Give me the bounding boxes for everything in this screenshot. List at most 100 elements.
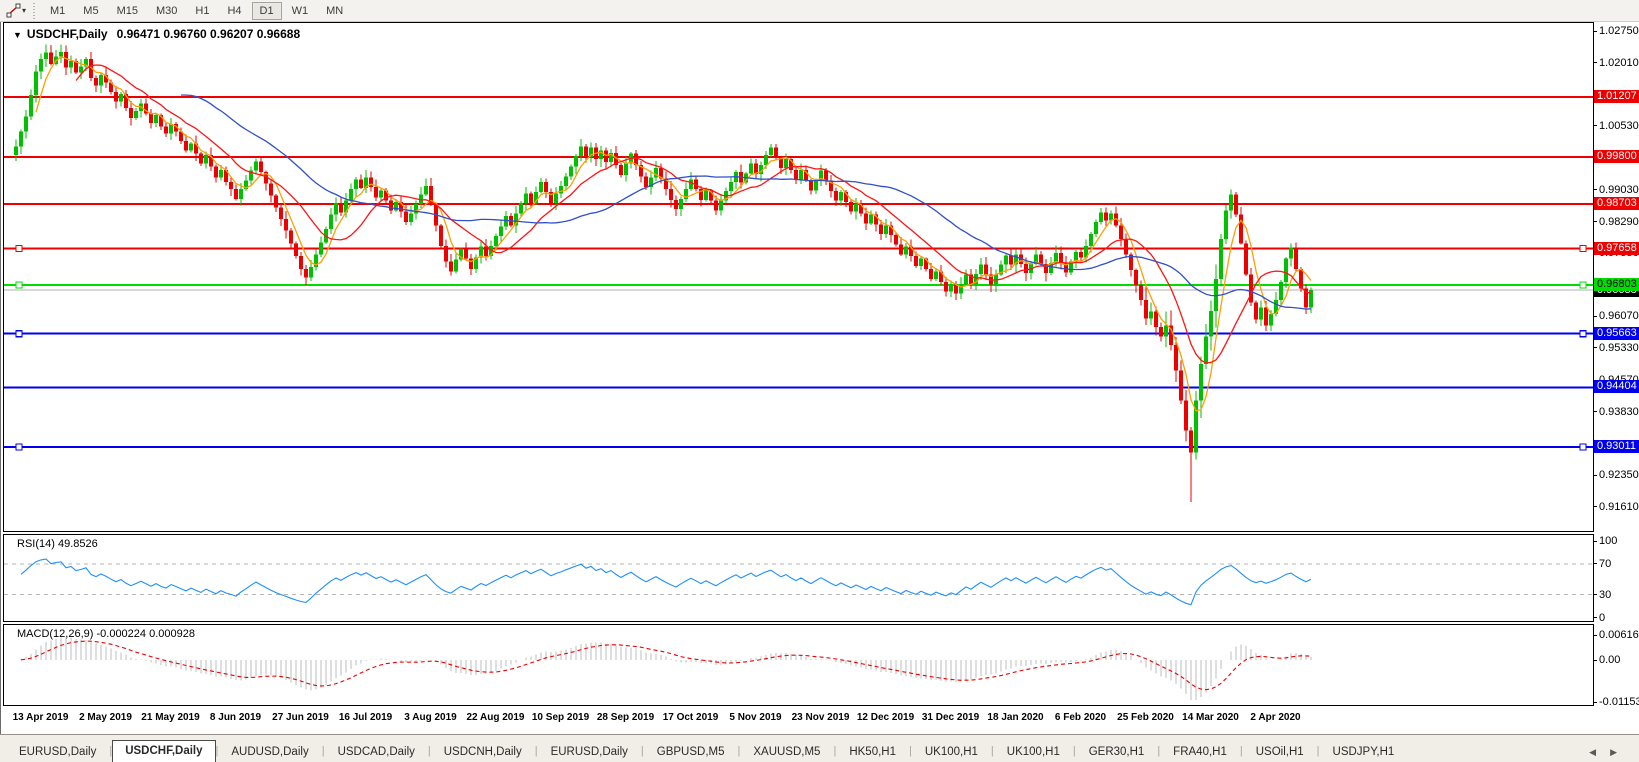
macd-tick-label: -0.011531 bbox=[1599, 696, 1639, 708]
macd-label: MACD(12,26,9) -0.000224 0.000928 bbox=[17, 628, 195, 640]
date-axis[interactable]: 13 Apr 2019 2 May 2019 21 May 2019 8 Jun 20… bbox=[3, 706, 1594, 734]
date-axis-label: 2 May 2019 bbox=[79, 712, 132, 723]
timeframe-button-d1[interactable]: D1 bbox=[251, 1, 282, 20]
trendline-tool-icon[interactable] bbox=[4, 3, 22, 19]
chart-tab-gbpusd-m5[interactable]: GBPUSD,M5 bbox=[644, 742, 738, 762]
price-tick-label: 0.99030 bbox=[1599, 183, 1639, 196]
date-axis-label: 23 Nov 2019 bbox=[791, 712, 850, 723]
rsi-indicator-panel[interactable]: RSI(14) 49.8526 bbox=[3, 534, 1594, 622]
date-axis-label: 13 Apr 2019 bbox=[12, 712, 69, 723]
timeframe-button-h4[interactable]: H4 bbox=[219, 2, 249, 20]
date-axis-label: 3 Aug 2019 bbox=[404, 712, 457, 723]
level-line[interactable] bbox=[4, 281, 1593, 289]
date-axis-label: 22 Aug 2019 bbox=[466, 712, 525, 723]
macd-tick-mark bbox=[1594, 660, 1597, 661]
macd-tick-label: 0.00 bbox=[1599, 654, 1621, 666]
line-handle[interactable] bbox=[1579, 443, 1587, 451]
level-price-label: 0.96803 bbox=[1594, 278, 1639, 292]
macd-main-value: -0.000224 bbox=[96, 628, 147, 640]
mt4-window: ▾ M1 M5 M15 M30 H1 H4 D1 W1 MN ▼ USDCHF,Daily 0.96… bbox=[0, 0, 1639, 762]
price-tick-mark bbox=[1594, 125, 1597, 126]
line-handle[interactable] bbox=[15, 443, 23, 451]
chart-tab-eurusd-daily[interactable]: EURUSD,Daily bbox=[6, 742, 109, 762]
price-tick-label: 0.91610 bbox=[1599, 500, 1639, 513]
macd-indicator-panel[interactable]: MACD(12,26,9) -0.000224 0.000928 bbox=[3, 624, 1594, 706]
level-price-label: 0.97658 bbox=[1594, 241, 1639, 255]
timeframe-button-w1[interactable]: W1 bbox=[284, 2, 317, 20]
rsi-line bbox=[20, 558, 1312, 606]
chart-tab-usdjpy-h1[interactable]: USDJPY,H1 bbox=[1320, 742, 1408, 762]
date-axis-label: 12 Dec 2019 bbox=[856, 712, 915, 723]
macd-tick-mark bbox=[1594, 635, 1597, 636]
chart-tab-xauusd-m5[interactable]: XAUUSD,M5 bbox=[740, 742, 833, 762]
rsi-tick-label: 30 bbox=[1599, 588, 1612, 601]
tool-dropdown-caret-icon[interactable]: ▾ bbox=[22, 6, 26, 15]
level-line[interactable] bbox=[4, 244, 1593, 253]
chart-tab-fra40-h1[interactable]: FRA40,H1 bbox=[1160, 742, 1240, 762]
timeframe-button-group: M1 M5 M15 M30 H1 H4 D1 W1 MN bbox=[41, 1, 352, 20]
rsi-value: 49.8526 bbox=[57, 538, 98, 550]
level-price-label: 1.01207 bbox=[1594, 90, 1639, 103]
price-tick-mark bbox=[1594, 31, 1597, 32]
rsi-tick-label: 70 bbox=[1599, 557, 1612, 570]
timeframe-button-m30[interactable]: M30 bbox=[148, 2, 185, 20]
rsi-tick-label: 0 bbox=[1599, 611, 1606, 624]
chart-tab-usdchf-daily[interactable]: USDCHF,Daily bbox=[112, 740, 216, 762]
timeframe-button-h1[interactable]: H1 bbox=[187, 2, 217, 20]
chart-symbol-label: USDCHF,Daily bbox=[26, 27, 108, 41]
price-tick-label: 1.02010 bbox=[1599, 56, 1639, 69]
line-handle[interactable] bbox=[1579, 281, 1587, 289]
date-axis-label: 21 May 2019 bbox=[141, 712, 200, 723]
date-axis-label: 28 Sep 2019 bbox=[596, 712, 655, 723]
price-tick-label: 0.93830 bbox=[1599, 405, 1639, 418]
chart-tab-uk100-h1[interactable]: UK100,H1 bbox=[994, 742, 1073, 762]
price-chart-canvas[interactable] bbox=[4, 23, 1593, 531]
date-axis-label: 25 Feb 2020 bbox=[1117, 712, 1174, 723]
price-tick-mark bbox=[1594, 316, 1597, 317]
chart-tab-eurusd-daily[interactable]: EURUSD,Daily bbox=[538, 742, 641, 762]
price-tick-mark bbox=[1594, 189, 1597, 190]
price-axis[interactable]: 1.027501.020101.005300.990300.982900.975… bbox=[1594, 0, 1639, 762]
rsi-tick-mark bbox=[1594, 541, 1597, 542]
price-tick-label: 0.92350 bbox=[1599, 469, 1639, 482]
level-price-label: 0.95663 bbox=[1594, 326, 1639, 340]
rsi-canvas bbox=[4, 558, 1593, 606]
level-price-label: 0.98703 bbox=[1594, 196, 1639, 210]
chart-tab-bar: EURUSD,Daily | USDCHF,Daily | AUDUSD,Daily | U… bbox=[0, 734, 1639, 762]
macd-canvas bbox=[20, 637, 1312, 700]
chart-tab-usoil-h1[interactable]: USOil,H1 bbox=[1243, 742, 1317, 762]
tab-scroll-right-icon[interactable]: ▶ bbox=[1610, 748, 1617, 757]
chart-tab-ger30-h1[interactable]: GER30,H1 bbox=[1076, 742, 1158, 762]
date-axis-label: 6 Feb 2020 bbox=[1054, 712, 1107, 723]
toolbar-grip bbox=[32, 2, 38, 19]
macd-tick-label: 0.006167 bbox=[1599, 629, 1639, 642]
line-handle[interactable] bbox=[1579, 244, 1587, 253]
rsi-tick-label: 100 bbox=[1599, 535, 1618, 547]
chart-tab-audusd-daily[interactable]: AUDUSD,Daily bbox=[218, 742, 321, 762]
level-line[interactable] bbox=[4, 330, 1593, 338]
line-handle[interactable] bbox=[1579, 330, 1587, 338]
timeframe-button-m5[interactable]: M5 bbox=[75, 2, 106, 20]
chart-tab-usdcnh-daily[interactable]: USDCNH,Daily bbox=[431, 742, 535, 762]
timeframe-toolbar: ▾ M1 M5 M15 M30 H1 H4 D1 W1 MN bbox=[0, 0, 1639, 22]
tab-scroll-left-icon[interactable]: ◀ bbox=[1589, 748, 1596, 757]
candlesticks bbox=[14, 44, 1313, 503]
level-line[interactable] bbox=[4, 443, 1593, 451]
chart-menu-icon[interactable]: ▼ bbox=[13, 30, 22, 40]
price-tick-mark bbox=[1594, 506, 1597, 507]
chart-tab-usdcad-daily[interactable]: USDCAD,Daily bbox=[325, 742, 428, 762]
chart-tab-uk100-h1[interactable]: UK100,H1 bbox=[912, 742, 991, 762]
timeframe-button-m1[interactable]: M1 bbox=[42, 2, 73, 20]
rsi-tick-mark bbox=[1594, 594, 1597, 595]
line-handle[interactable] bbox=[15, 281, 23, 289]
rsi-tick-mark bbox=[1594, 617, 1597, 618]
chart-tab-hk50-h1[interactable]: HK50,H1 bbox=[836, 742, 909, 762]
tab-scroll-arrows: ◀ ▶ bbox=[1589, 748, 1617, 757]
price-chart-panel[interactable]: ▼ USDCHF,Daily 0.96471 0.96760 0.96207 0.9… bbox=[3, 22, 1594, 532]
line-handle[interactable] bbox=[15, 330, 23, 338]
timeframe-button-m15[interactable]: M15 bbox=[109, 2, 146, 20]
price-tick-mark bbox=[1594, 411, 1597, 412]
line-handle[interactable] bbox=[15, 244, 23, 253]
timeframe-button-mn[interactable]: MN bbox=[318, 2, 351, 20]
level-price-label: 0.93011 bbox=[1594, 439, 1639, 453]
